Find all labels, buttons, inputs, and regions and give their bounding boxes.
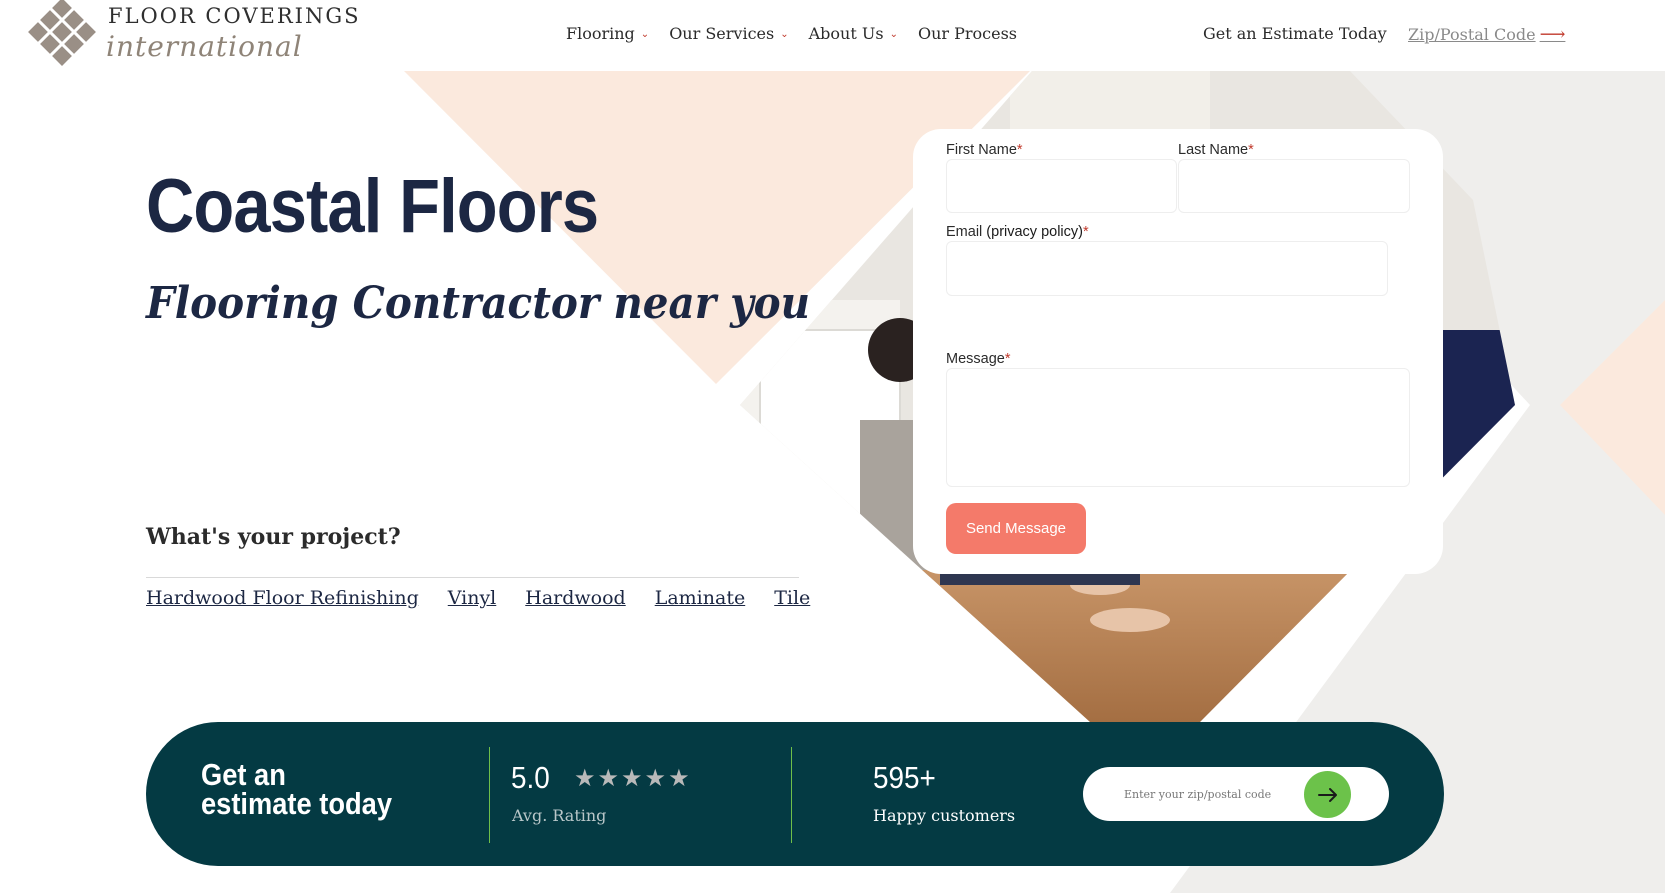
arrow-right-icon: ⟶ <box>1539 24 1566 45</box>
page-title: Coastal Floors <box>146 164 599 249</box>
nav-process-label: Our Process <box>917 24 1018 43</box>
privacy-policy-link[interactable]: (privacy policy) <box>986 224 1083 240</box>
first-name-label: First Name* <box>946 142 1023 158</box>
rating-stars: ★ ★ ★ ★ ★ <box>574 766 690 790</box>
project-question: What's your project? <box>146 524 401 550</box>
site-header: FLOOR COVERINGS international Flooring ⌄… <box>0 0 1665 71</box>
nav-about-label: About Us <box>808 24 884 43</box>
tile-logo-icon <box>28 0 96 66</box>
last-name-label-text: Last Name <box>1178 142 1249 158</box>
required-mark: * <box>1004 351 1011 367</box>
chevron-down-icon: ⌄ <box>640 29 650 40</box>
required-mark: * <box>1248 142 1254 158</box>
last-name-label: Last Name* <box>1178 142 1254 158</box>
star-icon: ★ <box>574 764 596 792</box>
project-link-vinyl[interactable]: Vinyl <box>448 587 497 609</box>
contact-form: First Name* Last Name* Email (privacy po… <box>913 129 1443 574</box>
estimate-band: Get an estimate today 5.0 ★ ★ ★ ★ ★ Avg.… <box>146 722 1444 866</box>
last-name-field[interactable] <box>1178 159 1410 213</box>
get-estimate-link[interactable]: Get an Estimate Today <box>1203 24 1387 43</box>
required-mark: * <box>1016 142 1023 158</box>
project-link-tile[interactable]: Tile <box>774 587 810 609</box>
band-divider <box>489 747 490 843</box>
nav-services-label: Our Services <box>669 24 775 43</box>
zip-postal-label: Zip/Postal Code <box>1408 25 1536 44</box>
brand-logo[interactable]: FLOOR COVERINGS international <box>24 0 374 70</box>
nav-our-process[interactable]: Our Process <box>918 24 1017 43</box>
message-label: Message* <box>946 351 1011 367</box>
message-field[interactable] <box>946 368 1410 487</box>
band-title-text: Get an estimate today <box>201 757 393 821</box>
email-label-text: Email <box>946 224 983 240</box>
email-label: Email (privacy policy)* <box>946 224 1089 240</box>
nav-about-us[interactable]: About Us ⌄ <box>809 24 898 43</box>
first-name-field[interactable] <box>946 159 1177 213</box>
band-divider <box>791 747 792 843</box>
project-links: Hardwood Floor Refinishing Vinyl Hardwoo… <box>146 587 810 609</box>
customers-value: 595+ <box>873 760 936 795</box>
band-title: Get an estimate today <box>201 757 395 821</box>
brand-name: FLOOR COVERINGS <box>108 4 361 28</box>
project-link-laminate[interactable]: Laminate <box>655 587 745 609</box>
zip-postal-link[interactable]: Zip/Postal Code ⟶ <box>1408 24 1565 45</box>
project-link-hardwood[interactable]: Hardwood <box>525 587 625 609</box>
project-link-refinishing[interactable]: Hardwood Floor Refinishing <box>146 587 419 609</box>
chevron-down-icon: ⌄ <box>780 29 789 40</box>
customers-label: Happy customers <box>873 806 1016 825</box>
star-icon: ★ <box>597 764 620 792</box>
zip-input[interactable] <box>1103 779 1303 809</box>
email-field[interactable] <box>946 241 1388 296</box>
rating-label: Avg. Rating <box>512 806 607 825</box>
brand-script: international <box>106 30 303 63</box>
star-icon: ★ <box>668 764 690 792</box>
nav-our-services[interactable]: Our Services ⌄ <box>669 24 788 43</box>
star-icon: ★ <box>621 764 643 792</box>
chevron-down-icon: ⌄ <box>889 29 898 40</box>
nav-flooring-label: Flooring <box>566 24 635 43</box>
send-message-button[interactable]: Send Message <box>946 503 1086 554</box>
project-divider <box>146 577 799 578</box>
page-subtitle: Flooring Contractor near you <box>146 278 811 329</box>
main-nav: Flooring ⌄ Our Services ⌄ About Us ⌄ Our… <box>566 24 1017 43</box>
rating-value: 5.0 <box>511 760 550 795</box>
zip-search-box <box>1083 767 1389 821</box>
arrow-right-icon <box>1317 787 1337 802</box>
zip-submit-button[interactable] <box>1304 771 1351 818</box>
star-icon: ★ <box>644 764 667 792</box>
required-mark: * <box>1082 224 1089 240</box>
first-name-label-text: First Name <box>946 142 1017 158</box>
nav-flooring[interactable]: Flooring ⌄ <box>566 24 649 43</box>
message-label-text: Message <box>946 351 1005 367</box>
